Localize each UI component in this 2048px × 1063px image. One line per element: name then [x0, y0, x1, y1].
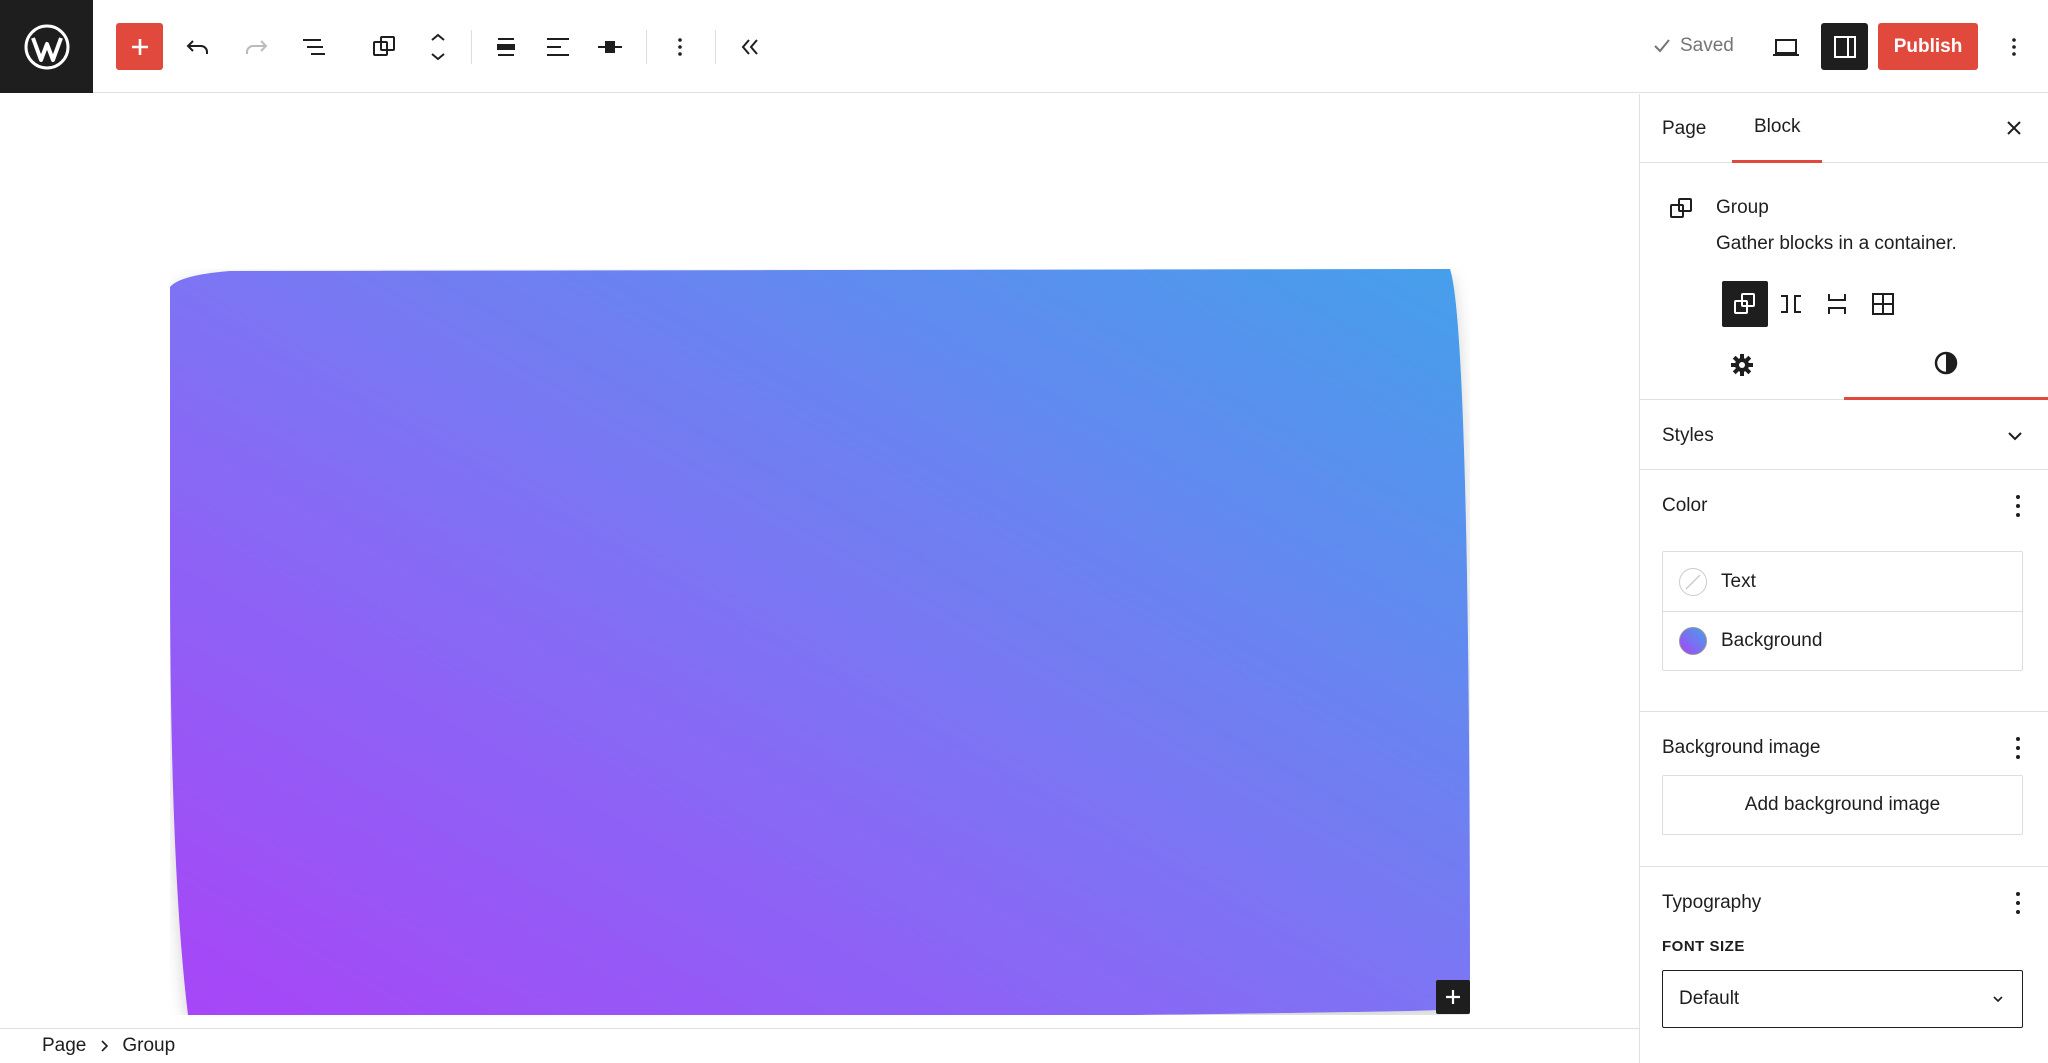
chevron-right-icon — [101, 1040, 109, 1052]
group-block[interactable] — [170, 269, 1470, 1018]
vertical-align-icon — [597, 40, 622, 53]
group-icon — [1670, 198, 1692, 218]
color-item-text[interactable]: Text — [1663, 552, 2022, 611]
saved-status: Saved — [1650, 34, 1734, 58]
vertical-align-button[interactable] — [586, 23, 633, 70]
toolbar-divider — [471, 30, 472, 64]
background-image-panel: Background image Add background image — [1640, 713, 2048, 867]
collapse-toolbar-button[interactable] — [726, 23, 773, 70]
grid-icon — [1872, 293, 1894, 315]
add-background-image-button[interactable]: Add background image — [1662, 775, 2023, 835]
wordpress-icon — [24, 24, 69, 69]
color-list: Text Background — [1662, 551, 2023, 671]
close-sidebar-button[interactable] — [1998, 112, 2030, 144]
chevron-double-left-icon — [741, 38, 758, 55]
publish-button[interactable]: Publish — [1878, 23, 1978, 70]
editor-canvas[interactable] — [0, 94, 1639, 1028]
toolbar-divider — [646, 30, 647, 64]
move-up-down-button[interactable] — [414, 23, 461, 70]
add-block-button[interactable] — [1436, 980, 1470, 1014]
block-title: Group — [1716, 197, 1769, 218]
block-type-button[interactable] — [360, 23, 407, 70]
justify-left-icon — [546, 37, 569, 56]
block-inserter-button[interactable] — [116, 23, 163, 70]
variation-stack-button[interactable] — [1814, 281, 1860, 327]
plus-icon — [1446, 990, 1460, 1004]
typography-heading: Typography — [1662, 892, 1762, 913]
more-vertical-icon — [677, 37, 682, 56]
group-icon — [1734, 293, 1755, 314]
chevron-down-icon — [2008, 432, 2022, 441]
color-panel: Color Text Background — [1640, 471, 2048, 712]
row-icon — [1781, 295, 1801, 313]
plus-icon — [131, 38, 148, 55]
color-heading: Color — [1662, 495, 1708, 516]
color-item-background[interactable]: Background — [1663, 611, 2022, 670]
variation-group-button[interactable] — [1722, 281, 1768, 327]
styles-heading: Styles — [1662, 425, 1714, 446]
align-button[interactable] — [482, 23, 529, 70]
check-icon — [1654, 39, 1670, 53]
empty-swatch-icon — [1679, 567, 1707, 596]
background-image-heading: Background image — [1662, 737, 1821, 758]
gear-icon — [1731, 353, 1753, 376]
saved-label: Saved — [1680, 35, 1734, 56]
wordpress-logo-button[interactable] — [0, 0, 93, 93]
settings-sidebar: Page Block Group Gather blocks in a cont… — [1639, 94, 2048, 1063]
chevron-up-down-icon — [430, 33, 445, 60]
undo-button[interactable] — [174, 23, 221, 70]
undo-icon — [186, 39, 208, 54]
tab-styles[interactable] — [1844, 329, 2048, 400]
block-description: Gather blocks in a container. — [1716, 233, 1957, 254]
document-overview-button[interactable] — [290, 23, 337, 70]
color-item-label: Background — [1721, 630, 1823, 651]
font-size-select[interactable]: Default — [1662, 970, 2023, 1028]
tab-settings[interactable] — [1640, 329, 1844, 400]
more-vertical-icon[interactable] — [2015, 735, 2021, 761]
tab-block[interactable]: Block — [1732, 94, 1823, 163]
chevron-down-icon — [1993, 996, 2003, 1003]
editor-header: Saved Publish — [0, 0, 2048, 93]
block-options-button[interactable] — [656, 23, 703, 70]
breadcrumb-item-group[interactable]: Group — [122, 1035, 175, 1057]
tab-page[interactable]: Page — [1640, 94, 1728, 163]
align-center-icon — [496, 37, 515, 56]
more-vertical-icon[interactable] — [2015, 890, 2021, 916]
settings-toggle-button[interactable] — [1821, 23, 1868, 70]
close-icon — [2007, 121, 2021, 135]
block-variations — [1722, 281, 1906, 327]
justify-button[interactable] — [534, 23, 581, 70]
more-vertical-icon[interactable] — [2015, 493, 2021, 519]
font-size-label: FONT SIZE — [1662, 938, 1745, 955]
stack-icon — [1828, 294, 1846, 314]
redo-button[interactable] — [232, 23, 279, 70]
breadcrumb: Page Group — [0, 1028, 1639, 1063]
group-icon — [372, 35, 395, 56]
list-view-icon — [302, 38, 325, 55]
variation-row-button[interactable] — [1768, 281, 1814, 327]
gradient-swatch-icon — [1679, 627, 1707, 655]
styles-panel[interactable]: Styles — [1640, 401, 2048, 470]
desktop-icon — [1772, 38, 1799, 56]
variation-grid-button[interactable] — [1860, 281, 1906, 327]
typography-panel: Typography FONT SIZE Default — [1640, 868, 2048, 1063]
inspector-tabs — [1640, 329, 2048, 400]
more-vertical-icon — [2011, 37, 2016, 56]
toolbar-divider — [715, 30, 716, 64]
redo-icon — [245, 39, 267, 54]
breadcrumb-item-page[interactable]: Page — [42, 1035, 86, 1057]
sidebar-icon — [1833, 35, 1856, 58]
contrast-icon — [1934, 351, 1958, 375]
font-size-value: Default — [1679, 988, 1740, 1009]
sidebar-tabs: Page Block — [1640, 94, 2048, 163]
options-button[interactable] — [1990, 23, 2037, 70]
preview-button[interactable] — [1762, 23, 1809, 70]
color-item-label: Text — [1721, 570, 1756, 592]
